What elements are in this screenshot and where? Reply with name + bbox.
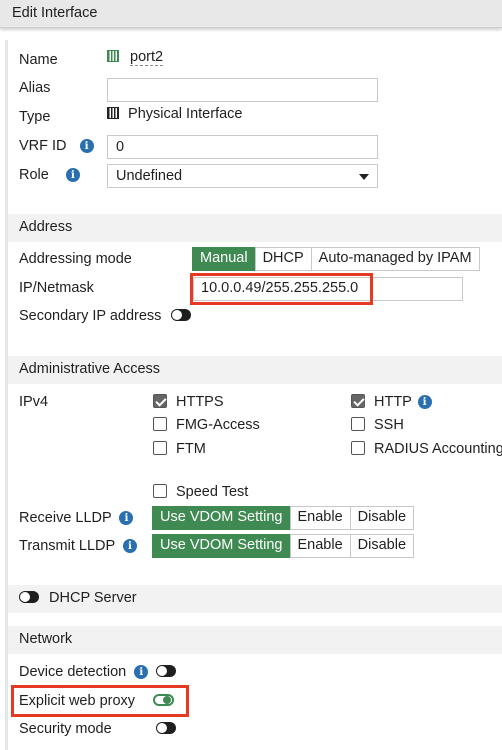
radius-accounting-checkbox[interactable] bbox=[351, 441, 365, 455]
role-label-row: Role i bbox=[19, 167, 80, 183]
device-detection-label: Device detection bbox=[19, 664, 127, 680]
role-info-icon[interactable]: i bbox=[65, 168, 80, 182]
dialog-title: Edit Interface bbox=[0, 0, 502, 28]
transmit-lldp-label: Transmit LLDP bbox=[19, 538, 115, 554]
vrf-info-icon[interactable]: i bbox=[79, 139, 94, 153]
address-section-header: Address bbox=[8, 214, 502, 242]
addressing-mode-toggle: Manual DHCP Auto-managed by IPAM bbox=[192, 247, 480, 271]
mode-manual-button[interactable]: Manual bbox=[192, 247, 256, 271]
explicit-proxy-row: Explicit web proxy bbox=[19, 693, 175, 709]
receive-lldp-enable-button[interactable]: Enable bbox=[289, 506, 351, 530]
http-label: HTTP bbox=[374, 394, 412, 410]
receive-lldp-label: Receive LLDP bbox=[19, 510, 112, 526]
security-mode-label: Security mode bbox=[19, 721, 112, 737]
ftm-checkbox[interactable] bbox=[153, 441, 167, 455]
receive-lldp-vdom-button[interactable]: Use VDOM Setting bbox=[152, 506, 291, 530]
explicit-proxy-toggle[interactable] bbox=[153, 694, 175, 706]
receive-lldp-row: Receive LLDP i bbox=[19, 510, 134, 526]
device-detection-row: Device detection i bbox=[19, 664, 177, 680]
chevron-down-icon bbox=[359, 174, 369, 180]
http-info-icon[interactable]: i bbox=[417, 395, 432, 409]
transmit-lldp-row: Transmit LLDP i bbox=[19, 538, 137, 554]
ip-netmask-label: IP/Netmask bbox=[19, 280, 94, 296]
name-text: port2 bbox=[130, 49, 164, 66]
receive-lldp-toggle: Use VDOM Setting Enable Disable bbox=[152, 506, 415, 530]
vrf-input[interactable]: 0 bbox=[107, 135, 378, 159]
ssh-label: SSH bbox=[374, 417, 404, 433]
receive-lldp-info-icon[interactable]: i bbox=[119, 511, 134, 525]
option-ftm[interactable]: FTM bbox=[153, 441, 206, 457]
receive-lldp-disable-button[interactable]: Disable bbox=[349, 506, 415, 530]
secondary-ip-label: Secondary IP address bbox=[19, 308, 162, 324]
transmit-lldp-vdom-button[interactable]: Use VDOM Setting bbox=[152, 534, 291, 558]
role-select-value: Undefined bbox=[116, 168, 183, 184]
fmg-access-label: FMG-Access bbox=[176, 417, 260, 433]
addressing-mode-label: Addressing mode bbox=[19, 251, 132, 267]
vrf-label: VRF ID bbox=[19, 138, 67, 154]
https-label: HTTPS bbox=[176, 394, 224, 410]
alias-label: Alias bbox=[19, 80, 51, 96]
ftm-label: FTM bbox=[176, 441, 206, 457]
transmit-lldp-toggle: Use VDOM Setting Enable Disable bbox=[152, 534, 415, 558]
type-label: Type bbox=[19, 109, 51, 125]
security-mode-toggle[interactable] bbox=[155, 722, 176, 734]
transmit-lldp-info-icon[interactable]: i bbox=[122, 539, 137, 553]
name-label: Name bbox=[19, 52, 58, 68]
alias-input[interactable] bbox=[107, 78, 378, 102]
device-detection-info-icon[interactable]: i bbox=[134, 665, 149, 679]
role-label: Role bbox=[19, 167, 49, 183]
dhcp-server-toggle[interactable] bbox=[19, 591, 39, 603]
ipv4-label: IPv4 bbox=[19, 394, 49, 410]
option-speed-test[interactable]: Speed Test bbox=[153, 484, 248, 500]
device-detection-toggle[interactable] bbox=[156, 665, 177, 677]
option-fmg-access[interactable]: FMG-Access bbox=[153, 417, 260, 433]
security-mode-row: Security mode bbox=[19, 721, 176, 737]
type-value: Physical Interface bbox=[107, 106, 242, 122]
secondary-ip-toggle[interactable] bbox=[171, 309, 192, 321]
ssh-checkbox[interactable] bbox=[351, 417, 365, 431]
port-icon bbox=[107, 50, 119, 62]
admin-access-section-header: Administrative Access bbox=[8, 356, 502, 384]
speed-test-label: Speed Test bbox=[176, 484, 249, 500]
name-value[interactable]: port2 bbox=[107, 49, 164, 66]
mode-dhcp-button[interactable]: DHCP bbox=[254, 247, 312, 271]
network-section-header: Network bbox=[8, 626, 502, 654]
physical-interface-icon bbox=[107, 107, 119, 119]
option-https[interactable]: HTTPS bbox=[153, 394, 224, 410]
https-checkbox[interactable] bbox=[153, 394, 167, 408]
option-ssh[interactable]: SSH bbox=[351, 417, 404, 433]
transmit-lldp-disable-button[interactable]: Disable bbox=[349, 534, 415, 558]
http-checkbox[interactable] bbox=[351, 394, 365, 408]
mode-ipam-button[interactable]: Auto-managed by IPAM bbox=[310, 247, 480, 271]
type-text: Physical Interface bbox=[128, 106, 243, 122]
transmit-lldp-enable-button[interactable]: Enable bbox=[289, 534, 351, 558]
option-radius-accounting[interactable]: RADIUS Accounting bbox=[351, 441, 502, 457]
secondary-ip-row: Secondary IP address bbox=[19, 308, 192, 324]
vrf-label-row: VRF ID i bbox=[19, 138, 94, 154]
dhcp-server-row: DHCP Server bbox=[8, 585, 502, 613]
option-http[interactable]: HTTP i bbox=[351, 394, 432, 410]
radius-accounting-label: RADIUS Accounting bbox=[374, 441, 502, 457]
dhcp-server-label: DHCP Server bbox=[49, 590, 137, 606]
speed-test-checkbox[interactable] bbox=[153, 484, 167, 498]
fmg-access-checkbox[interactable] bbox=[153, 417, 167, 431]
explicit-proxy-label: Explicit web proxy bbox=[19, 693, 136, 709]
role-select[interactable]: Undefined bbox=[107, 164, 378, 188]
ip-netmask-input[interactable]: 10.0.0.49/255.255.255.0 bbox=[190, 273, 373, 305]
